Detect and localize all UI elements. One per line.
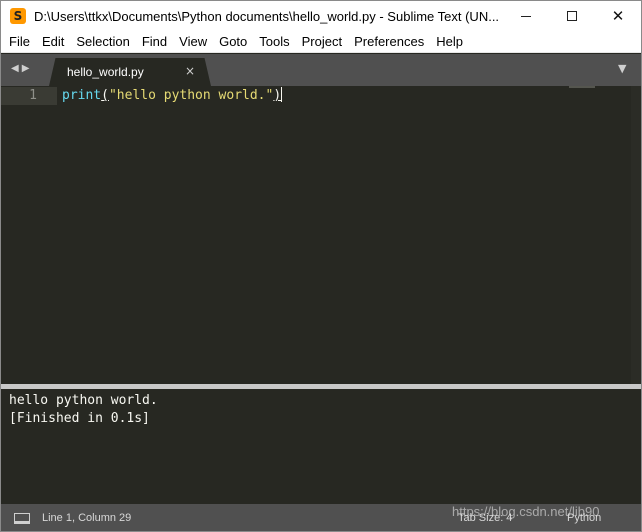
menu-goto[interactable]: Goto <box>213 34 253 49</box>
menu-bar: File Edit Selection Find View Goto Tools… <box>1 31 641 53</box>
menu-selection[interactable]: Selection <box>70 34 135 49</box>
token-paren-close: ) <box>273 88 282 103</box>
code-line[interactable]: print("hello python world.") <box>62 87 283 105</box>
console-line: [Finished in 0.1s] <box>9 411 150 426</box>
token-string: "hello python world." <box>108 88 274 103</box>
menu-tools[interactable]: Tools <box>253 34 295 49</box>
cursor-position: Line 1, Column 29 <box>42 512 132 524</box>
menu-edit[interactable]: Edit <box>36 34 70 49</box>
tab-hello-world[interactable]: hello_world.py × <box>49 58 211 86</box>
chevron-left-icon[interactable]: ◀ <box>11 63 19 74</box>
watermark: https://blog.csdn.net/lib90 <box>452 504 600 519</box>
menu-preferences[interactable]: Preferences <box>348 34 430 49</box>
text-cursor <box>281 87 283 102</box>
sublime-window: S D:\Users\ttkx\Documents\Python documen… <box>0 0 642 532</box>
token-paren-open: ( <box>101 88 109 103</box>
panel-toggle-icon[interactable] <box>14 513 30 524</box>
menu-project[interactable]: Project <box>296 34 348 49</box>
menu-find[interactable]: Find <box>136 34 173 49</box>
build-output-panel: hello python world. [Finished in 0.1s] <box>1 389 641 504</box>
sublime-text-icon: S <box>10 8 26 24</box>
close-icon: ✕ <box>611 7 625 25</box>
tab-bar: ◀ ▶ hello_world.py × ▼ <box>1 54 641 86</box>
tab-close-icon[interactable]: × <box>185 64 195 78</box>
minimize-icon <box>521 15 531 17</box>
editor-scrollbar[interactable] <box>631 86 641 384</box>
tab-nav: ◀ ▶ <box>11 63 29 74</box>
code-editor[interactable]: 1 print("hello python world.") <box>1 86 641 384</box>
token-function: print <box>62 88 102 103</box>
close-button[interactable]: ✕ <box>595 1 641 31</box>
minimap[interactable] <box>569 86 595 88</box>
minimize-button[interactable] <box>503 1 549 31</box>
maximize-icon <box>567 11 577 21</box>
chevron-right-icon[interactable]: ▶ <box>22 63 30 74</box>
menu-help[interactable]: Help <box>430 34 469 49</box>
title-bar[interactable]: S D:\Users\ttkx\Documents\Python documen… <box>1 1 641 31</box>
tab-label: hello_world.py <box>67 65 144 79</box>
window-title: D:\Users\ttkx\Documents\Python documents… <box>34 8 500 24</box>
maximize-button[interactable] <box>549 1 595 31</box>
line-number: 1 <box>29 88 37 103</box>
tab-list-dropdown-icon[interactable]: ▼ <box>618 62 626 75</box>
menu-file[interactable]: File <box>3 34 36 49</box>
console-line: hello python world. <box>9 393 158 408</box>
menu-view[interactable]: View <box>173 34 213 49</box>
